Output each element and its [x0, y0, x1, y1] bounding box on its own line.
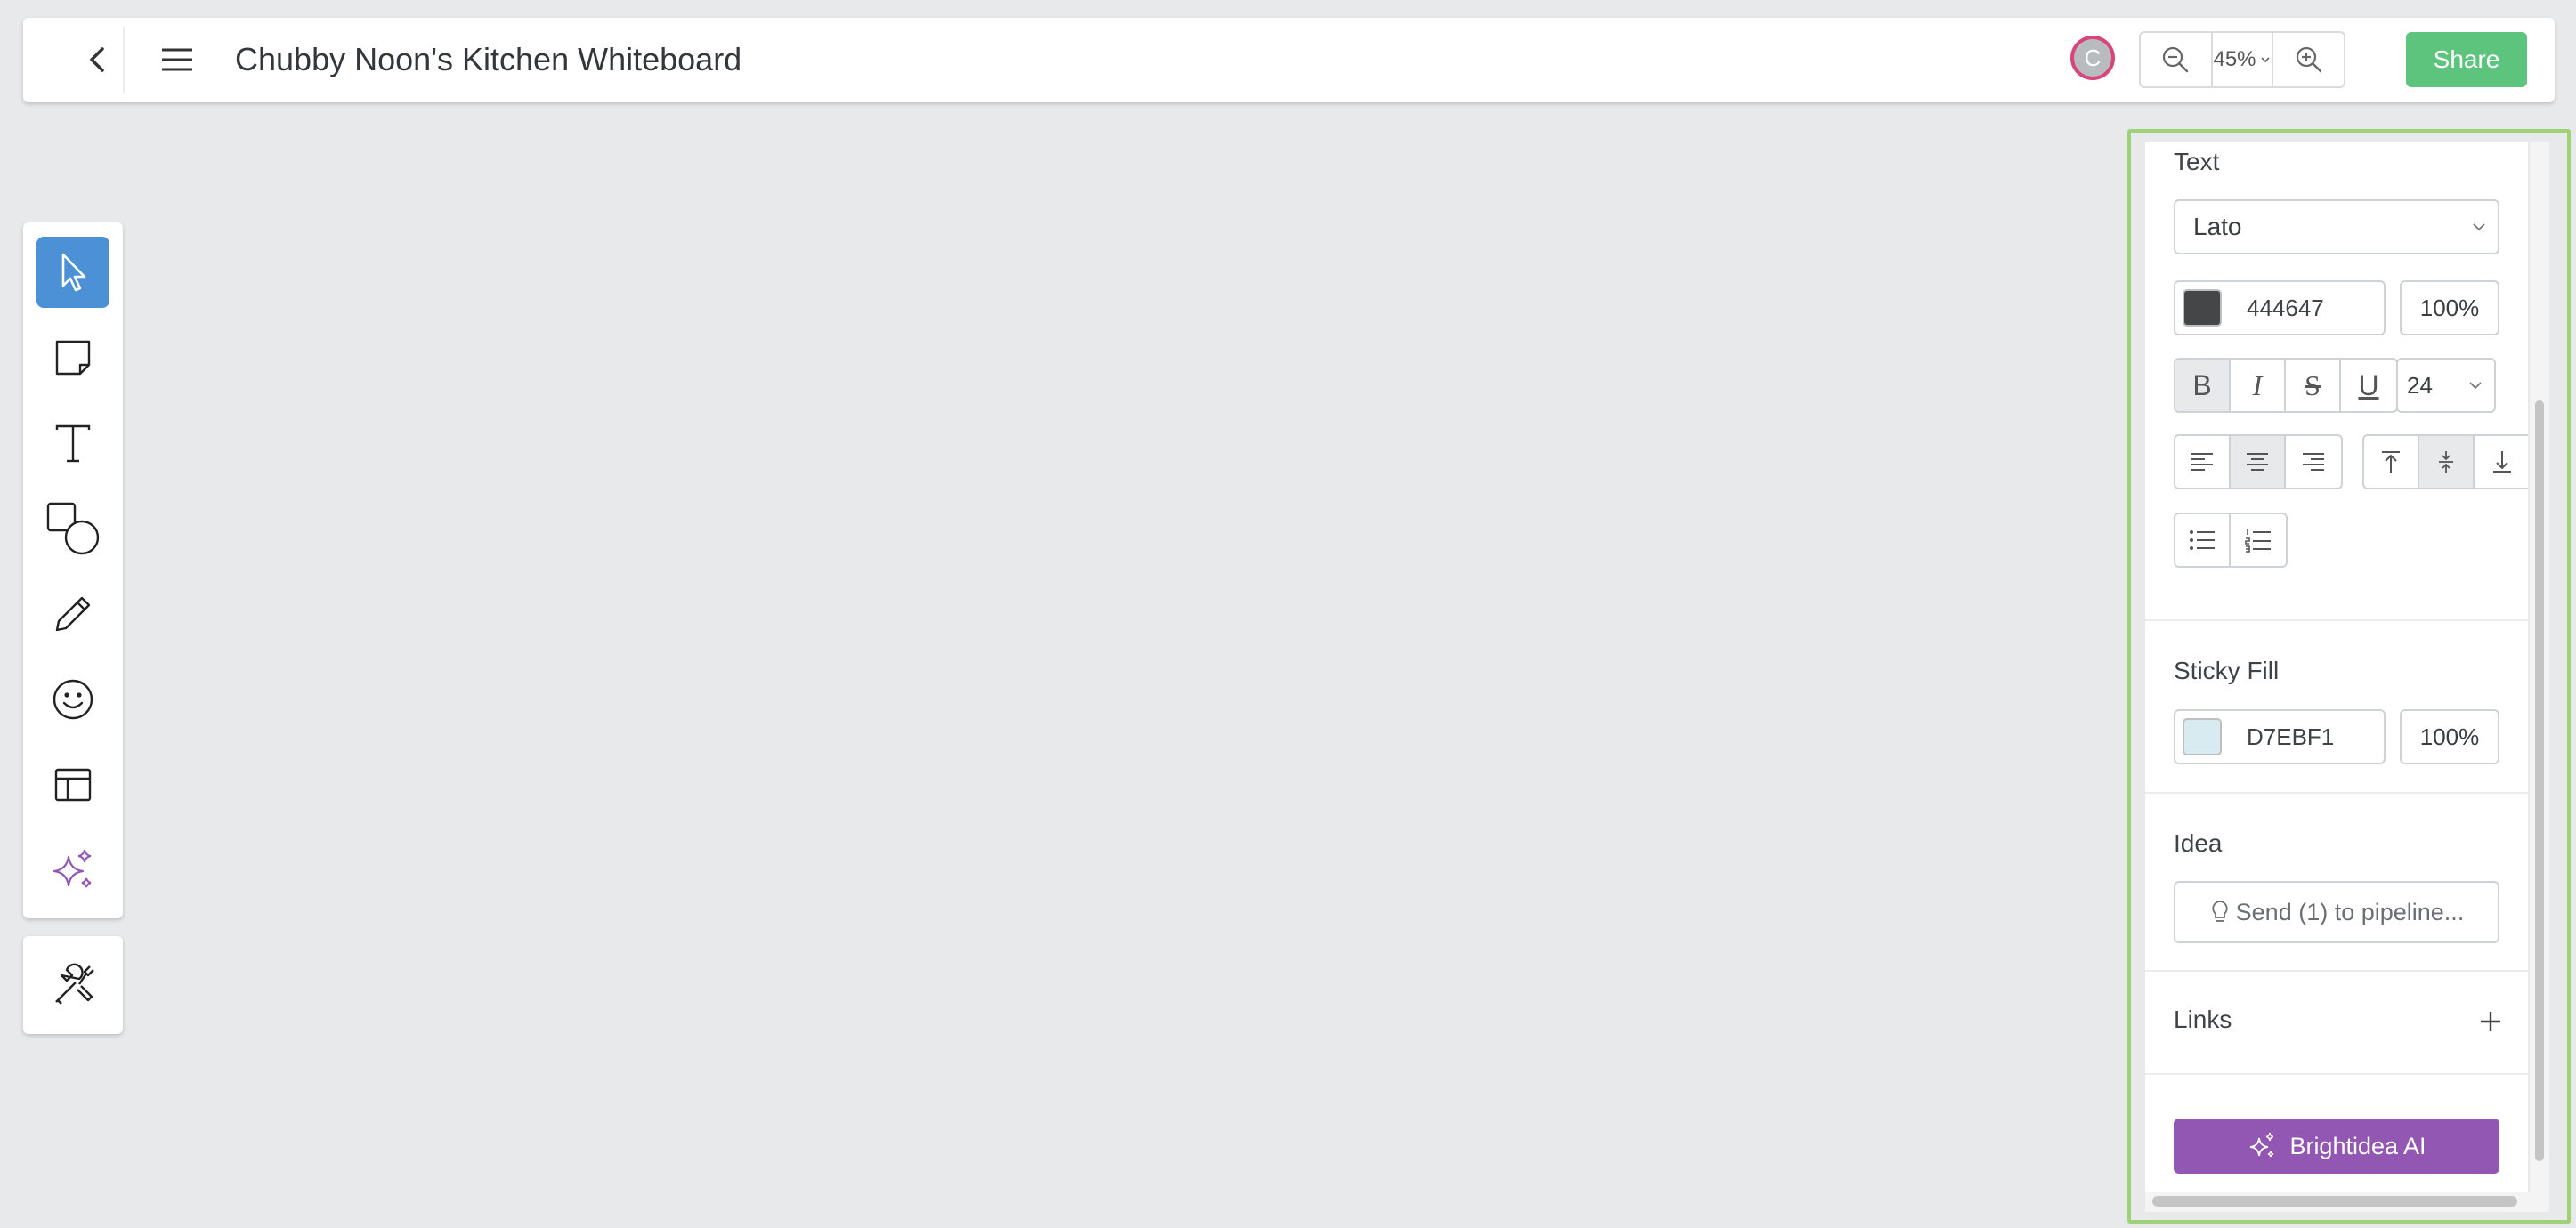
align-center-icon [2247, 453, 2268, 471]
zoom-controls: 45% [2139, 31, 2345, 88]
text-section-label: Text [2174, 148, 2220, 175]
bold-button[interactable]: B [2175, 360, 2231, 411]
zoom-out-button[interactable] [2141, 33, 2211, 86]
brightidea-ai-label: Brightidea AI [2289, 1132, 2426, 1159]
section-divider [2145, 1073, 2528, 1075]
chevron-down-icon [2260, 57, 2270, 63]
align-right-button[interactable] [2286, 436, 2341, 488]
align-center-button[interactable] [2231, 436, 2286, 488]
sticky-fill-hex: D7EBF1 [2247, 723, 2335, 750]
layout-icon [54, 768, 92, 802]
links-label: Links [2174, 1006, 2232, 1033]
smiley-icon [53, 679, 93, 720]
pen-tool[interactable] [36, 578, 109, 650]
font-family-select[interactable]: Lato [2174, 199, 2499, 254]
board-title[interactable]: Chubby Noon's Kitchen Whiteboard [235, 41, 741, 78]
section-divider [2145, 792, 2528, 794]
sticky-fill-color-field[interactable]: D7EBF1 [2174, 709, 2386, 764]
panel-vertical-scroll-thumb[interactable] [2535, 400, 2544, 1161]
bold-glyph: B [2192, 368, 2212, 401]
valign-top-icon [2382, 451, 2400, 473]
align-left-icon [2191, 453, 2213, 471]
valign-bottom-button[interactable] [2475, 436, 2528, 488]
vertical-align-group [2362, 434, 2528, 489]
zoom-level-value: 45% [2213, 47, 2256, 71]
italic-glyph: I [2252, 368, 2263, 401]
hamburger-menu-icon [162, 48, 192, 71]
zoom-in-button[interactable] [2273, 33, 2344, 86]
align-left-button[interactable] [2175, 436, 2231, 488]
text-tool[interactable] [36, 408, 109, 479]
strikethrough-button[interactable]: S [2286, 360, 2341, 411]
text-color-hex: 444647 [2247, 295, 2324, 321]
idea-label: Idea [2174, 829, 2223, 857]
horizontal-align-group [2174, 434, 2343, 489]
send-to-pipeline-label: Send (1) to pipeline... [2235, 898, 2465, 925]
section-divider [2145, 970, 2528, 972]
numbered-list-button[interactable] [2231, 514, 2286, 566]
add-link-button[interactable] [2475, 1006, 2507, 1038]
list-format-group [2174, 513, 2288, 568]
pencil-icon [55, 596, 91, 632]
panel-horizontal-scroll-thumb[interactable] [2152, 1196, 2517, 1207]
ai-tool[interactable] [36, 835, 109, 906]
top-bar: Chubby Noon's Kitchen Whiteboard C 45% S… [23, 18, 2555, 102]
extra-tools-toolbar [23, 936, 123, 1034]
italic-button[interactable]: I [2231, 360, 2286, 411]
font-family-value: Lato [2193, 213, 2242, 240]
text-color-swatch[interactable] [2183, 289, 2222, 327]
menu-button[interactable] [157, 39, 198, 80]
section-divider [2145, 619, 2528, 621]
sparkles-icon [53, 849, 92, 888]
text-opacity-field[interactable]: 100% [2400, 280, 2499, 335]
zoom-in-icon [2296, 46, 2321, 73]
tools-button[interactable] [36, 949, 109, 1021]
text-icon [55, 424, 91, 463]
underline-button[interactable]: U [2341, 360, 2396, 411]
valign-middle-button[interactable] [2419, 436, 2475, 488]
sticky-note-icon [55, 340, 91, 376]
send-to-pipeline-button[interactable]: Send (1) to pipeline... [2174, 881, 2499, 943]
back-arrow-icon [90, 47, 104, 72]
shapes-tool[interactable] [36, 493, 109, 564]
zoom-out-icon [2163, 46, 2189, 73]
sparkles-icon [2250, 1132, 2274, 1158]
font-size-select[interactable]: 24 [2396, 358, 2496, 413]
zoom-level-select[interactable]: 45% [2210, 33, 2274, 86]
sticky-fill-label: Sticky Fill [2174, 657, 2280, 684]
header-divider [123, 27, 125, 93]
chevron-down-icon [2469, 382, 2482, 390]
font-size-value: 24 [2407, 371, 2433, 399]
sticky-fill-swatch[interactable] [2183, 718, 2222, 755]
select-tool[interactable] [36, 237, 109, 308]
text-color-field[interactable]: 444647 [2174, 280, 2386, 335]
chevron-down-icon [2473, 223, 2485, 231]
valign-middle-icon [2439, 451, 2453, 473]
back-button[interactable] [77, 39, 117, 80]
valign-top-button[interactable] [2364, 436, 2419, 488]
bullet-list-icon [2190, 530, 2215, 550]
emoji-tool[interactable] [36, 664, 109, 735]
sticky-fill-opacity-field[interactable]: 100% [2400, 709, 2499, 764]
templates-tool[interactable] [36, 749, 109, 820]
underline-glyph: U [2358, 368, 2379, 401]
align-right-icon [2303, 453, 2324, 471]
sticky-note-tool[interactable] [36, 322, 109, 393]
strikethrough-glyph: S [2305, 368, 2321, 401]
bullet-list-button[interactable] [2175, 514, 2231, 566]
valign-bottom-icon [2493, 451, 2511, 473]
plus-icon [2481, 1012, 2500, 1031]
share-button[interactable]: Share [2406, 32, 2527, 87]
brightidea-ai-button[interactable]: Brightidea AI [2174, 1119, 2499, 1174]
shapes-icon [46, 502, 100, 555]
wrench-screwdriver-icon [55, 963, 94, 1005]
user-avatar[interactable]: C [2070, 36, 2115, 80]
text-format-group: B I S U [2174, 358, 2398, 413]
numbered-list-icon [2245, 529, 2271, 553]
lightbulb-icon [2212, 901, 2228, 922]
cursor-icon [61, 253, 86, 292]
left-toolbar [23, 222, 123, 918]
properties-panel: Text Lato 444647 100% B I S U 24 Sticky … [2145, 142, 2528, 1192]
